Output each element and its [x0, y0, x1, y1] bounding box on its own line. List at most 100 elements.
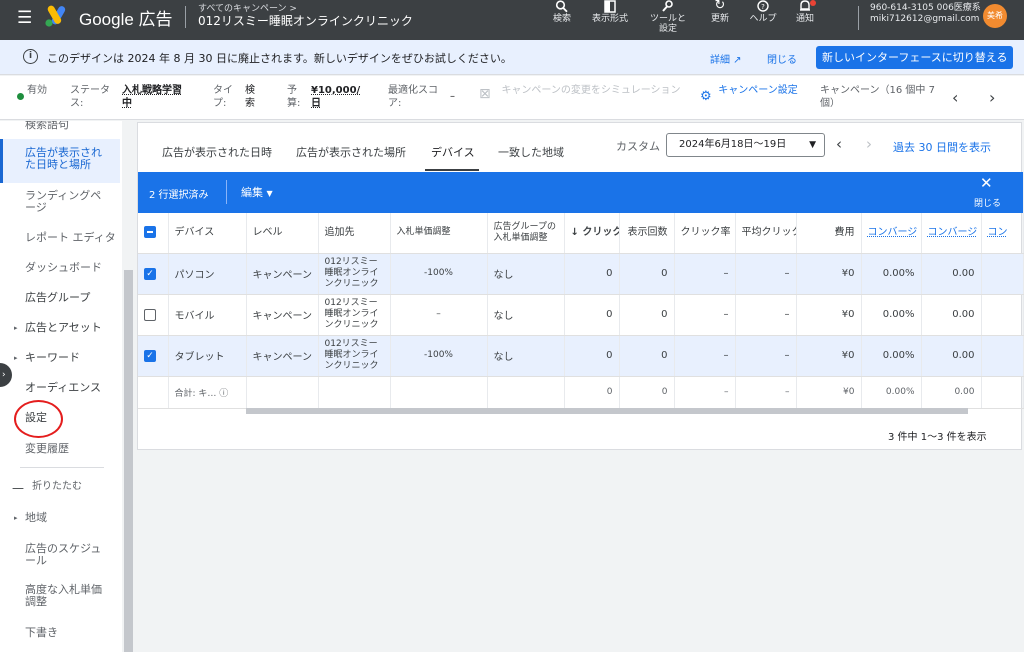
- tools-and-settings[interactable]: ツールと設定: [640, 0, 696, 34]
- device-cell: モバイル: [168, 294, 247, 336]
- column-header[interactable]: 費用: [796, 213, 862, 254]
- level-cell: キャンペーン: [246, 335, 319, 377]
- device-report-panel: 広告が表示された日時 広告が表示された場所 デバイス 一致した地域 カスタム 2…: [137, 122, 1024, 450]
- tab-time[interactable]: 広告が表示された日時: [162, 144, 272, 160]
- conv-rate-cell: 0.00%: [861, 294, 922, 336]
- column-header[interactable]: 追加先: [318, 213, 391, 254]
- ctr-cell: –: [674, 294, 736, 336]
- sidebar-item-when-where[interactable]: 広告が表示された日時と場所: [0, 139, 120, 183]
- date-range-picker[interactable]: 2024年6月18日～19日 ▼: [666, 133, 825, 157]
- tab-location[interactable]: 広告が表示された場所: [296, 144, 406, 160]
- sidebar-item-landing-pages[interactable]: ランディングページ: [0, 190, 120, 214]
- info-icon: i: [23, 49, 38, 64]
- column-header[interactable]: 平均クリック: [735, 213, 797, 254]
- sidebar-item-dashboards[interactable]: ダッシュボード: [0, 262, 120, 274]
- sidebar-item-advanced-bid-adj[interactable]: 高度な入札単価調整: [0, 584, 120, 608]
- added-to-cell[interactable]: 012リスミー睡眠オンラインクリニック: [318, 253, 391, 295]
- cost-cell: ¥0: [796, 294, 862, 336]
- bid-strategy-status[interactable]: 入札戦略学習中: [122, 84, 186, 110]
- edit-dropdown[interactable]: 編集 ▼: [241, 184, 273, 200]
- account-id: 960-614-3105 006医療系: [870, 3, 981, 13]
- sidebar-item-drafts[interactable]: 下書き: [0, 627, 120, 639]
- active-tab-indicator: [425, 169, 479, 171]
- budget-value[interactable]: ¥10,000/日: [311, 84, 361, 110]
- column-header[interactable]: レベル: [246, 213, 319, 254]
- sidebar-item-search-terms[interactable]: 検索語句: [0, 121, 120, 131]
- chevron-right-icon[interactable]: ›: [989, 88, 995, 107]
- campaign-summary-strip: 有効 ステータス: 入札戦略学習中 タイプ: 検索 予算: ¥10,000/日 …: [0, 76, 1024, 120]
- notifications-tool[interactable]: 通知: [777, 0, 833, 24]
- chevron-left-icon[interactable]: ‹: [952, 88, 958, 107]
- status-value: 有効: [27, 85, 47, 96]
- total-cell: [246, 376, 319, 409]
- help-icon[interactable]: ⓘ: [219, 389, 228, 399]
- close-selection-label[interactable]: 閉じる: [974, 196, 1001, 209]
- date-range-label: カスタム: [616, 140, 660, 153]
- bell-icon: [777, 0, 833, 14]
- sidebar-scrollbar-thumb[interactable]: [124, 270, 133, 652]
- sidebar-item-ad-groups[interactable]: 広告グループ: [0, 292, 120, 304]
- added-to-cell[interactable]: 012リスミー睡眠オンラインクリニック: [318, 335, 391, 377]
- optimization-score-label: 最適化スコア:: [388, 85, 438, 109]
- switch-interface-button[interactable]: 新しいインターフェースに切り替える: [816, 46, 1014, 69]
- sidebar-item-locations[interactable]: 地域: [0, 512, 120, 524]
- avatar[interactable]: 美希: [983, 4, 1007, 28]
- close-banner-link[interactable]: 閉じる: [767, 51, 797, 66]
- bid-adj-cell[interactable]: -100%: [390, 335, 488, 377]
- notification-badge: [810, 0, 816, 6]
- table-row[interactable]: モバイル キャンペーン 012リスミー睡眠オンラインクリニック – なし 0 0…: [138, 294, 1024, 336]
- table-horizontal-scrollbar[interactable]: [246, 408, 968, 414]
- total-label-cell: 合計: キ… ⓘ: [168, 376, 247, 409]
- row-checkbox[interactable]: [138, 294, 169, 336]
- close-icon[interactable]: ✕: [980, 176, 993, 191]
- sidebar-item-ads-assets[interactable]: 広告とアセット: [0, 322, 120, 334]
- campaign-title[interactable]: 012リスミー睡眠オンラインクリニック: [198, 12, 413, 29]
- chevron-left-icon[interactable]: ‹: [836, 135, 842, 153]
- column-header[interactable]: 広告グループの入札単価調整: [487, 213, 565, 254]
- table-row[interactable]: ✓ タブレット キャンペーン 012リスミー睡眠オンラインクリニック -100%…: [138, 335, 1024, 377]
- details-link[interactable]: 詳細 ↗: [710, 51, 742, 66]
- sidebar-item-report-editor[interactable]: レポート エディタ: [0, 232, 120, 244]
- column-header[interactable]: 入札単価調整: [390, 213, 488, 254]
- sidebar-collapse[interactable]: 折りたたむ: [0, 481, 120, 493]
- tab-devices[interactable]: デバイス: [431, 144, 475, 160]
- date-range-value: 2024年6月18日～19日: [679, 139, 787, 150]
- pagination-summary: 3 件中 1～3 件を表示: [888, 432, 987, 443]
- tab-matched-locations[interactable]: 一致した地域: [498, 144, 564, 160]
- column-header[interactable]: コン: [981, 213, 1024, 254]
- column-header[interactable]: コンバージ: [861, 213, 922, 254]
- sidebar-item-keywords[interactable]: キーワード: [0, 352, 120, 364]
- deprecation-banner: i このデザインは 2024 年 8 月 30 日に廃止されます。新しいデザイン…: [0, 40, 1024, 75]
- sidebar-item-ad-schedule[interactable]: 広告のスケジュール: [0, 543, 120, 567]
- tool-label: 表示形式: [591, 14, 628, 24]
- total-cell: 0: [619, 376, 675, 409]
- hamburger-menu-icon[interactable]: ☰: [17, 10, 32, 27]
- divider: [20, 467, 104, 468]
- edit-label: 編集: [241, 186, 263, 199]
- sidebar-item-change-history[interactable]: 変更履歴: [0, 443, 120, 455]
- dropdown-arrow-icon: ▼: [266, 189, 273, 198]
- bid-adj-cell[interactable]: –: [390, 294, 488, 336]
- type-label: タイプ:: [213, 85, 233, 109]
- added-to-cell[interactable]: 012リスミー睡眠オンラインクリニック: [318, 294, 391, 336]
- column-header-sorted[interactable]: ↓ クリック: [564, 213, 620, 254]
- select-all-checkbox[interactable]: [138, 213, 169, 254]
- extra-cell: [981, 253, 1024, 295]
- account-info[interactable]: 960-614-3105 006医療系 miki712612@gmail.com: [870, 3, 981, 25]
- column-header[interactable]: コンバージ: [921, 213, 982, 254]
- campaign-settings-link[interactable]: キャンペーン設定: [716, 84, 800, 97]
- row-checkbox[interactable]: ✓: [138, 253, 169, 295]
- level-cell: キャンペーン: [246, 253, 319, 295]
- table-row[interactable]: ✓ パソコン キャンペーン 012リスミー睡眠オンラインクリニック -100% …: [138, 253, 1024, 295]
- last-30-days-link[interactable]: 過去 30 日間を表示: [893, 139, 991, 155]
- appearance-tool[interactable]: 表示形式: [582, 0, 638, 24]
- divider: [185, 6, 186, 28]
- bid-adj-cell[interactable]: -100%: [390, 253, 488, 295]
- column-header[interactable]: デバイス: [168, 213, 247, 254]
- conversions-cell: 0.00: [921, 335, 982, 377]
- sidebar-item-audiences[interactable]: オーディエンス: [0, 382, 120, 394]
- column-header[interactable]: クリック率: [674, 213, 736, 254]
- row-checkbox[interactable]: ✓: [138, 335, 169, 377]
- column-header[interactable]: 表示回数: [619, 213, 675, 254]
- total-cell: 0.00%: [861, 376, 922, 409]
